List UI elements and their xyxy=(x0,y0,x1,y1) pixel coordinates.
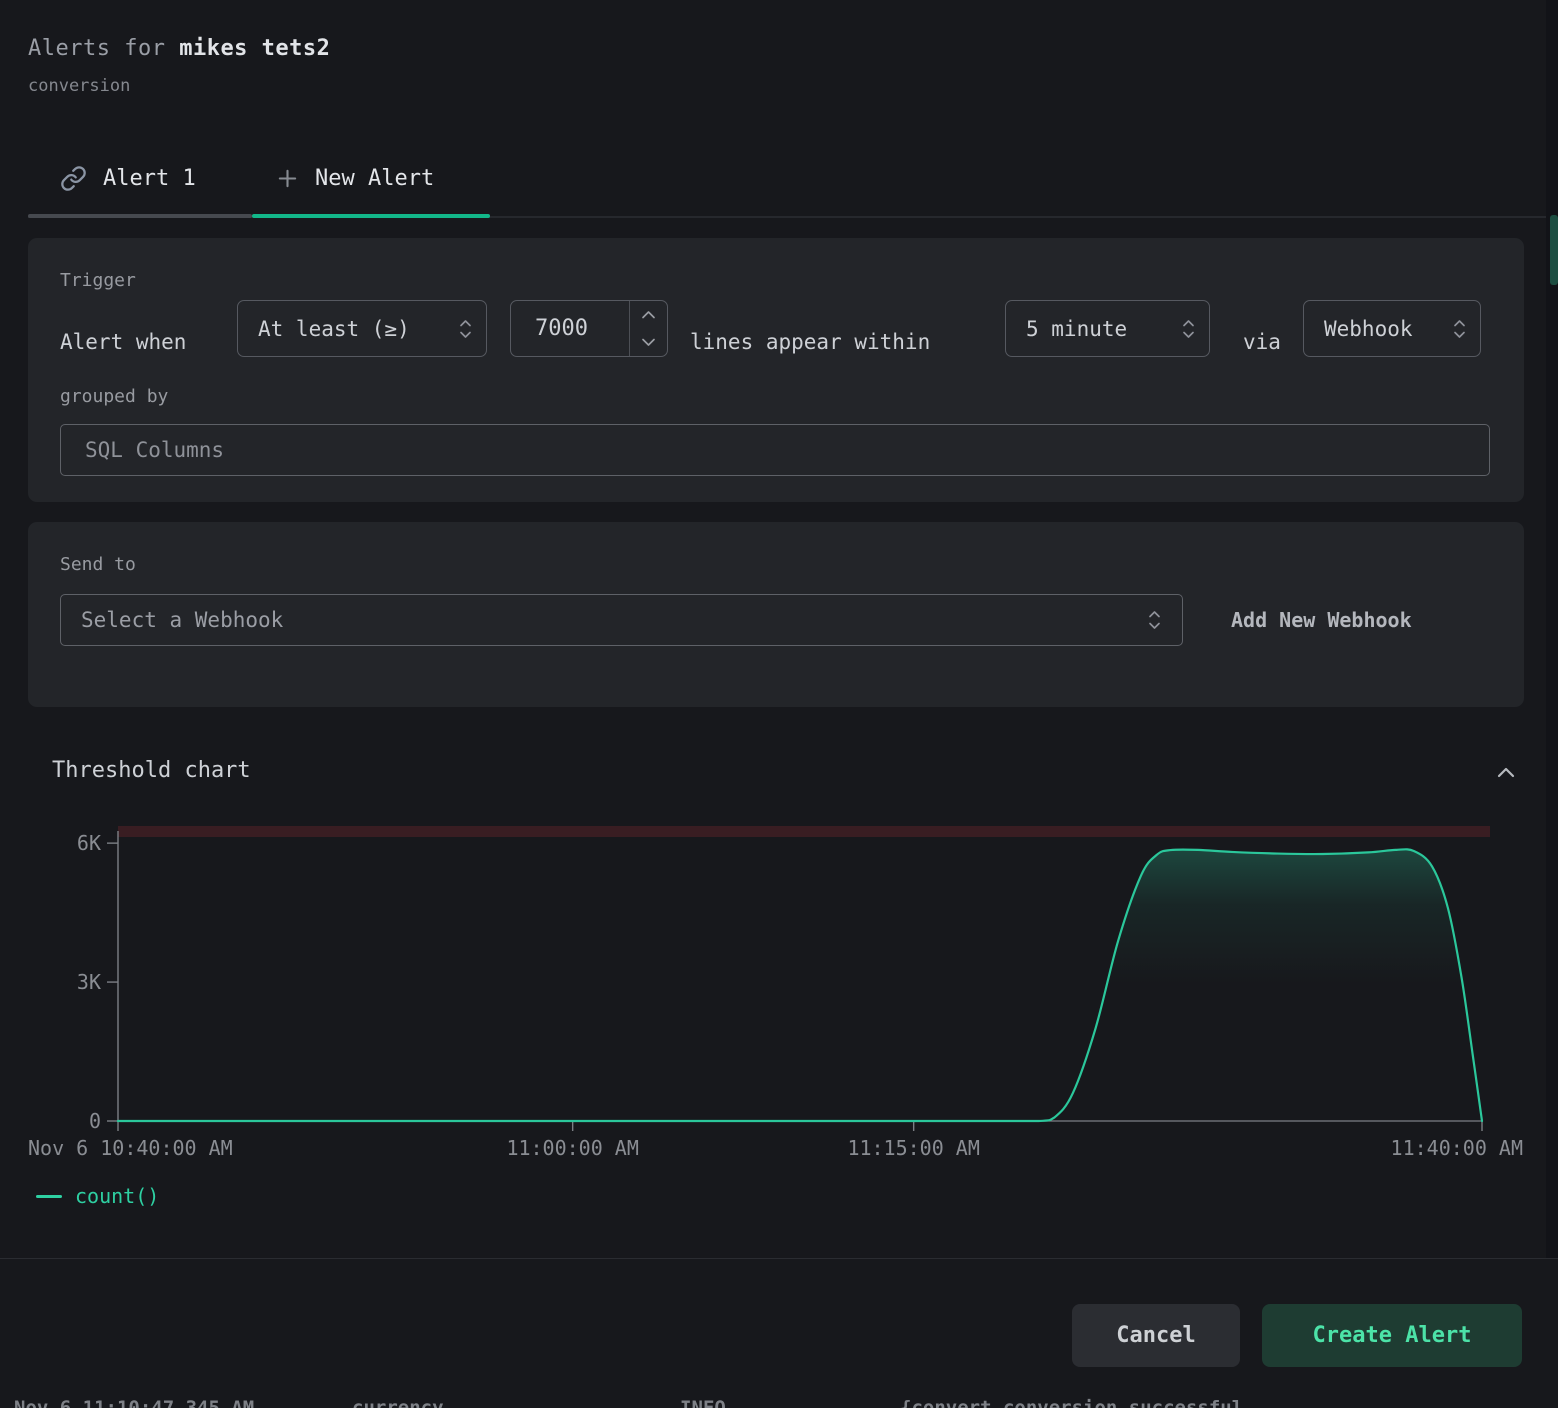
collapse-chart-button[interactable] xyxy=(1492,756,1528,788)
stepper-up-button[interactable] xyxy=(630,301,667,329)
add-new-webhook-button[interactable]: Add New Webhook xyxy=(1231,600,1412,640)
send-to-label: Send to xyxy=(60,554,136,575)
tab-alert-1-label: Alert 1 xyxy=(103,166,196,191)
send-to-card: Send to Select a Webhook Add New Webhook xyxy=(28,522,1524,707)
chevron-updown-icon xyxy=(1181,315,1196,342)
threshold-stepper xyxy=(629,301,667,356)
log-level: INFO xyxy=(680,1397,726,1408)
log-message: {convert conversion successful xyxy=(900,1397,1243,1408)
svg-text:Nov 6 10:40:00 AM: Nov 6 10:40:00 AM xyxy=(28,1136,233,1160)
threshold-chart-canvas: 0 3K 6K Nov 6 10:40:00 AM 11:00:00 AM 11:15:0… xyxy=(0,800,1558,1172)
threshold-input[interactable] xyxy=(511,301,629,356)
alert-modal: Alerts for mikes tets2 conversion Alert … xyxy=(0,0,1558,1408)
right-gutter xyxy=(1546,0,1558,1258)
chevron-updown-icon xyxy=(458,315,473,342)
svg-text:11:15:00 AM: 11:15:00 AM xyxy=(847,1136,979,1160)
lines-appear-text: lines appear within xyxy=(690,314,930,371)
chevron-up-icon xyxy=(1492,758,1520,786)
window-select[interactable]: 5 minute xyxy=(1005,300,1210,357)
grouped-by-label: grouped by xyxy=(60,386,168,407)
stepper-down-button[interactable] xyxy=(630,329,667,357)
svg-text:0: 0 xyxy=(89,1109,101,1133)
page-title: Alerts for mikes tets2 xyxy=(28,36,330,61)
tab-new-alert[interactable]: New Alert xyxy=(276,156,434,200)
tab-new-alert-active-indicator xyxy=(252,214,490,218)
svg-text:3K: 3K xyxy=(77,970,101,994)
tab-alert-1[interactable]: Alert 1 xyxy=(60,156,196,200)
log-service: currency xyxy=(352,1397,444,1408)
chart-legend[interactable]: count() xyxy=(36,1184,159,1208)
chevron-updown-icon xyxy=(1147,607,1162,634)
log-timestamp: Nov 6 11:10:47.345 AM xyxy=(14,1397,254,1408)
link-icon xyxy=(60,165,87,192)
threshold-chart-title: Threshold chart xyxy=(52,758,251,783)
alert-when-text: Alert when xyxy=(60,314,186,371)
trigger-card: Trigger Alert when At least (≥) lines ap xyxy=(28,238,1524,502)
channel-select[interactable]: Webhook xyxy=(1303,300,1481,357)
svg-text:11:40:00 AM: 11:40:00 AM xyxy=(1391,1136,1523,1160)
condition-select-value: At least (≥) xyxy=(258,317,410,341)
cancel-button[interactable]: Cancel xyxy=(1072,1304,1240,1367)
plus-icon xyxy=(276,167,299,190)
webhook-select-placeholder: Select a Webhook xyxy=(81,608,283,632)
tab-new-alert-label: New Alert xyxy=(315,166,434,191)
legend-line-swatch xyxy=(36,1195,62,1198)
trigger-label: Trigger xyxy=(60,270,136,291)
webhook-select[interactable]: Select a Webhook xyxy=(60,594,1183,646)
condition-select[interactable]: At least (≥) xyxy=(237,300,487,357)
window-select-value: 5 minute xyxy=(1026,317,1127,341)
page-title-source-name: mikes tets2 xyxy=(179,36,330,61)
chevron-updown-icon xyxy=(1452,315,1467,342)
channel-select-value: Webhook xyxy=(1324,317,1413,341)
via-text: via xyxy=(1243,314,1281,371)
scrollbar-thumb[interactable] xyxy=(1550,215,1558,285)
background-log-row: Nov 6 11:10:47.345 AM currency INFO {con… xyxy=(0,1397,1558,1408)
tab-alert-1-indicator xyxy=(28,214,252,218)
threshold-number-field xyxy=(510,300,668,357)
svg-text:6K: 6K xyxy=(77,831,101,855)
threshold-zone xyxy=(118,826,1490,837)
page-subtitle: conversion xyxy=(28,76,130,96)
grouped-by-input[interactable] xyxy=(60,424,1490,476)
create-alert-button[interactable]: Create Alert xyxy=(1262,1304,1522,1367)
chevron-down-icon xyxy=(641,338,656,347)
page-title-prefix: Alerts for xyxy=(28,36,179,61)
legend-series-label: count() xyxy=(75,1184,159,1208)
footer-divider xyxy=(0,1258,1558,1259)
chevron-up-icon xyxy=(641,310,656,319)
svg-text:11:00:00 AM: 11:00:00 AM xyxy=(506,1136,638,1160)
grouped-by-field xyxy=(60,424,1490,476)
